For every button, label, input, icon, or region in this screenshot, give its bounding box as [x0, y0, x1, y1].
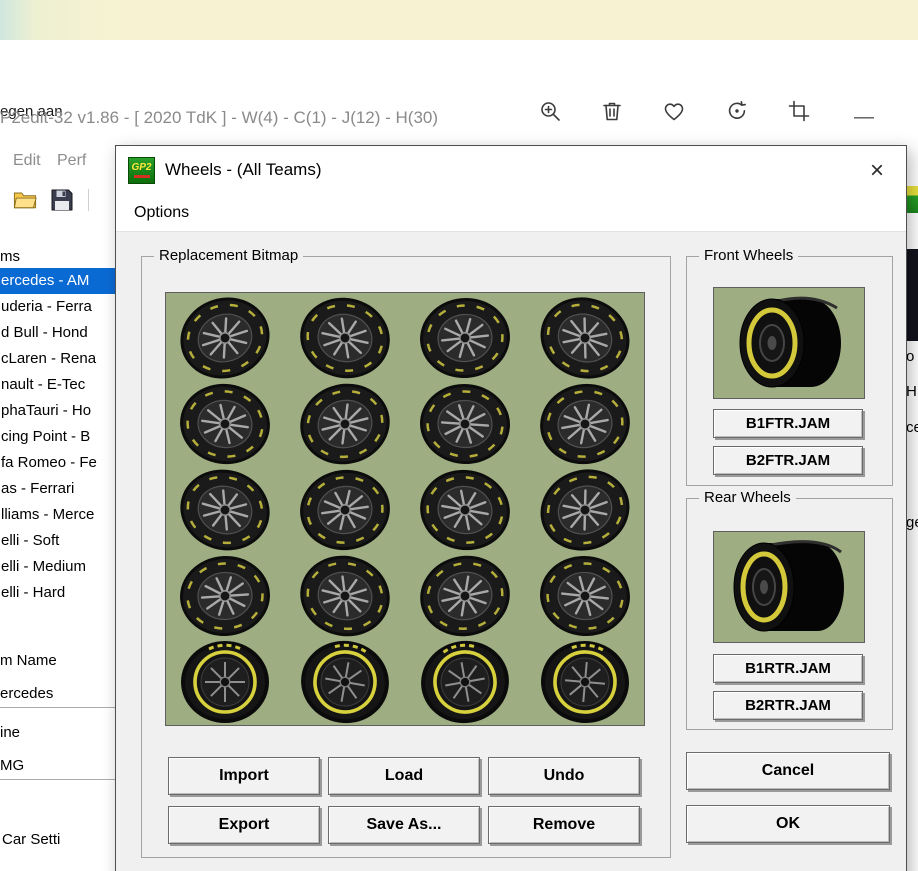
dialog-titlebar: GP2 Wheels - (All Teams) ×	[116, 146, 906, 194]
team-list-item[interactable]: nault - E-Tec	[0, 372, 118, 398]
team-list-item[interactable]: lliams - Merce	[0, 502, 118, 528]
team-list-item[interactable]: cLaren - Rena	[0, 346, 118, 372]
b1ftr-jam-button[interactable]: B1FTR.JAM	[713, 409, 863, 438]
team-list-item[interactable]: phaTauri - Ho	[0, 398, 118, 424]
team-name-label: m Name	[0, 652, 57, 669]
save-floppy-icon[interactable]	[48, 186, 76, 214]
menu-item-options[interactable]: Options	[134, 194, 189, 231]
team-name-field[interactable]: ercedes	[0, 680, 118, 708]
clipped-text-fragment: o	[906, 348, 914, 365]
engine-label: ine	[0, 724, 20, 741]
screen: egen aan P2edit-32 v1.86 - [ 2020 TdK ] …	[0, 0, 918, 871]
export-button[interactable]: Export	[168, 806, 320, 844]
save-as-button[interactable]: Save As...	[328, 806, 480, 844]
b2rtr-jam-button[interactable]: B2RTR.JAM	[713, 691, 863, 720]
undo-button[interactable]: Undo	[488, 757, 640, 795]
replacement-bitmap-group: Replacement Bitmap	[141, 256, 671, 858]
team-list-item[interactable]: d Bull - Hond	[0, 320, 118, 346]
rear-wheels-group-label: Rear Wheels	[699, 489, 796, 507]
team-list-item[interactable]: elli - Medium	[0, 554, 118, 580]
menu-item-perf[interactable]: Perf	[57, 148, 86, 174]
photos-toolbar: egen aan	[0, 40, 918, 96]
front-wheels-group-label: Front Wheels	[699, 247, 798, 265]
replacement-bitmap-group-label: Replacement Bitmap	[154, 247, 303, 265]
wheel-bitmap-image	[165, 292, 645, 726]
team-list-item[interactable]: elli - Soft	[0, 528, 118, 554]
import-button[interactable]: Import	[168, 757, 320, 795]
favorite-heart-icon[interactable]	[660, 97, 688, 125]
teams-list-label: ms	[0, 248, 20, 265]
gp2edit-app-icon-text: GP2	[131, 163, 151, 173]
team-list-item[interactable]: ercedes - AM	[0, 268, 118, 294]
toolbar-divider	[88, 189, 89, 211]
close-icon[interactable]: ×	[860, 154, 894, 188]
zoom-in-icon[interactable]	[536, 97, 564, 125]
team-list-item[interactable]: as - Ferrari	[0, 476, 118, 502]
wheels-dialog: GP2 Wheels - (All Teams) × Options Repla…	[115, 145, 907, 871]
delete-trash-icon[interactable]	[598, 97, 626, 125]
car-settings-button[interactable]: Car Setti	[2, 831, 60, 848]
ok-button[interactable]: OK	[686, 805, 890, 843]
rotate-icon[interactable]	[723, 97, 751, 125]
clipped-text-fragment: ge	[906, 514, 918, 531]
load-button[interactable]: Load	[328, 757, 480, 795]
minimize-button[interactable]: —	[850, 103, 878, 131]
front-wheel-preview-image	[713, 287, 865, 399]
gp2edit-app-icon: GP2	[128, 157, 155, 184]
remove-button[interactable]: Remove	[488, 806, 640, 844]
b1rtr-jam-button[interactable]: B1RTR.JAM	[713, 654, 863, 683]
rear-wheel-preview-image	[713, 531, 865, 643]
background-window-strip	[0, 0, 918, 40]
clipped-text-fragment: H	[906, 383, 917, 400]
rear-wheels-group: Rear Wheels B1RTR.JAM B2RTR.JAM	[686, 498, 893, 730]
gp2edit-app-icon-bar	[134, 175, 150, 178]
crop-icon[interactable]	[785, 97, 813, 125]
team-list-item[interactable]: elli - Hard	[0, 580, 118, 606]
engine-field[interactable]: MG	[0, 752, 118, 780]
main-window-title: P2edit-32 v1.86 - [ 2020 TdK ] - W(4) - …	[0, 108, 438, 128]
teams-list: ercedes - AM uderia - Ferra d Bull - Hon…	[0, 268, 118, 606]
team-list-item[interactable]: uderia - Ferra	[0, 294, 118, 320]
front-wheels-group: Front Wheels B1FTR.JAM B2FTR.JAM	[686, 256, 893, 486]
menu-item-edit[interactable]: Edit	[13, 148, 41, 174]
dialog-menubar: Options	[116, 194, 906, 232]
dialog-title: Wheels - (All Teams)	[165, 160, 322, 180]
team-list-item[interactable]: cing Point - B	[0, 424, 118, 450]
cancel-button[interactable]: Cancel	[686, 752, 890, 790]
clipped-text-fragment: ce	[906, 419, 918, 436]
b2ftr-jam-button[interactable]: B2FTR.JAM	[713, 446, 863, 475]
team-list-item[interactable]: fa Romeo - Fe	[0, 450, 118, 476]
open-folder-icon[interactable]	[11, 185, 39, 213]
